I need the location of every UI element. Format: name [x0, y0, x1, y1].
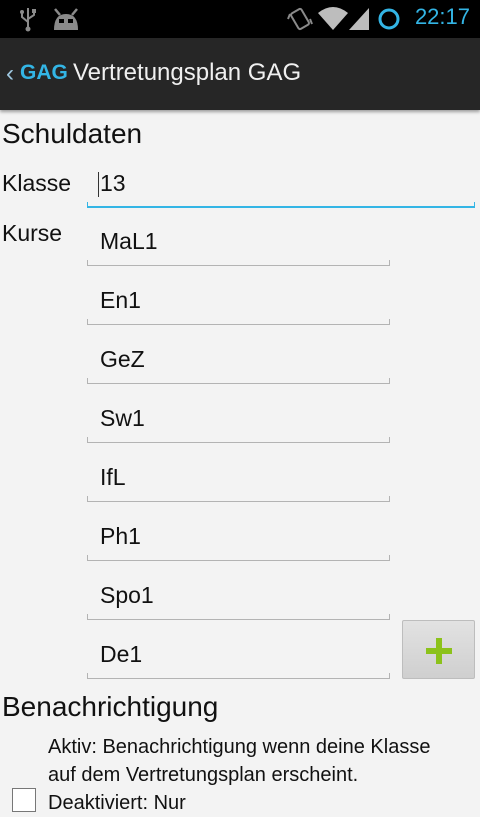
- usb-icon: [18, 6, 38, 36]
- vibrate-icon: [287, 6, 313, 36]
- up-arrow-icon[interactable]: ‹: [6, 60, 14, 88]
- class-label: Klasse: [2, 170, 72, 196]
- android-debug-icon: [52, 6, 80, 36]
- action-bar: ‹ GAG Vertretungsplan GAG: [0, 38, 480, 110]
- section-heading-benachrichtigung: Benachrichtigung: [2, 691, 219, 722]
- courses-label: Kurse: [2, 220, 63, 246]
- course-input[interactable]: Sw1: [87, 395, 390, 443]
- plus-icon: [426, 638, 452, 664]
- clock: 22:17: [414, 4, 470, 29]
- course-input[interactable]: Ph1: [87, 513, 390, 561]
- course-input[interactable]: IfL: [87, 454, 390, 502]
- course-input[interactable]: Spo1: [87, 572, 390, 620]
- course-input[interactable]: MaL1: [87, 218, 390, 266]
- course-input[interactable]: GeZ: [87, 336, 390, 384]
- course-input-value: MaL1: [100, 228, 158, 254]
- course-input-value: En1: [100, 287, 141, 313]
- course-input-value: Sw1: [100, 405, 145, 431]
- course-input[interactable]: En1: [87, 277, 390, 325]
- class-input[interactable]: 13: [87, 160, 475, 208]
- course-input[interactable]: De1: [87, 631, 390, 679]
- course-input-value: Ph1: [100, 523, 141, 549]
- page-title: Vertretungsplan GAG: [73, 59, 302, 86]
- course-input-value: IfL: [100, 464, 126, 490]
- course-input-value: Spo1: [100, 582, 154, 608]
- text-cursor: [98, 172, 99, 197]
- sync-icon: [377, 7, 401, 35]
- wifi-icon: [318, 5, 348, 35]
- app-logo[interactable]: GAG: [20, 61, 68, 85]
- course-input-value: GeZ: [100, 346, 145, 372]
- course-input-value: De1: [100, 641, 143, 667]
- signal-icon: [347, 5, 371, 35]
- section-heading-schuldaten: Schuldaten: [2, 118, 143, 149]
- notification-checkbox-label[interactable]: Aktiv: Benachrichtigung wenn deine Klass…: [48, 733, 458, 817]
- add-course-button[interactable]: [402, 620, 475, 679]
- status-bar: 22:17: [0, 0, 480, 38]
- class-input-value: 13: [100, 170, 126, 196]
- notification-checkbox[interactable]: [12, 788, 36, 812]
